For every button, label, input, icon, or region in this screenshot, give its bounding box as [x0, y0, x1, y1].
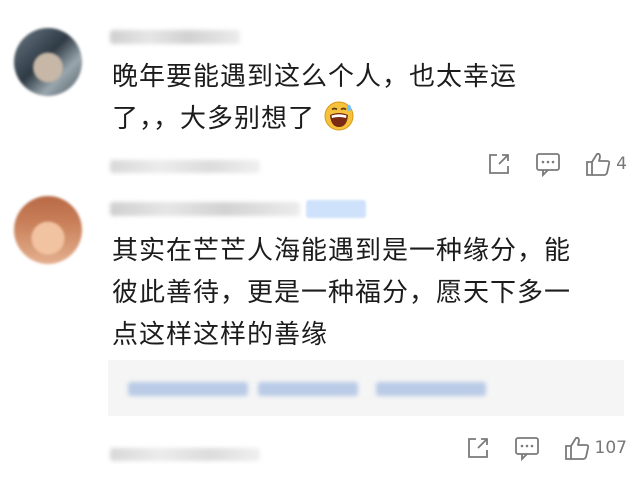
comment-1: 晚年要能遇到这么个人，也太幸运 了，，大多别想了 4	[0, 0, 641, 190]
comment-actions: 4	[486, 150, 627, 178]
avatar[interactable]	[14, 28, 82, 96]
comment-actions: 107	[465, 434, 627, 462]
username-blurred[interactable]	[110, 30, 240, 44]
reply-text-blurred	[128, 382, 248, 396]
comment-icon	[514, 437, 539, 461]
comment-text-line: 了，，大多别想了	[112, 98, 617, 140]
share-button[interactable]	[486, 151, 512, 177]
comment-icon	[536, 153, 561, 177]
reply-text-blurred	[258, 382, 358, 396]
reply-button[interactable]	[513, 435, 541, 461]
reply-button[interactable]	[534, 151, 562, 177]
grinning-sweat-emoji-icon	[324, 101, 354, 131]
share-icon	[489, 154, 510, 174]
comment-text: 其实在芒芒人海能遇到是一种缘分，能 彼此善待，更是一种福分，愿天下多一 点这样这…	[112, 230, 617, 356]
comment-text-line: 晚年要能遇到这么个人，也太幸运	[112, 62, 518, 92]
comment-2: 其实在芒芒人海能遇到是一种缘分，能 彼此善待，更是一种福分，愿天下多一 点这样这…	[0, 190, 641, 478]
like-button[interactable]: 107	[563, 434, 627, 462]
timestamp-blurred	[110, 448, 260, 461]
user-badge-blurred	[306, 200, 366, 218]
reply-text-blurred	[376, 382, 486, 396]
comment-text-line: 彼此善待，更是一种福分，愿天下多一	[112, 278, 572, 308]
like-count: 107	[594, 438, 627, 458]
share-icon	[467, 438, 488, 458]
thumbs-up-icon	[586, 152, 611, 176]
like-button[interactable]: 4	[584, 150, 627, 178]
timestamp-blurred	[110, 160, 260, 173]
comment-text-line: 点这样这样的善缘	[112, 320, 329, 350]
thumbs-up-icon	[564, 436, 589, 460]
comment-text: 晚年要能遇到这么个人，也太幸运 了，，大多别想了	[112, 56, 617, 140]
username-blurred[interactable]	[110, 202, 300, 216]
reply-preview[interactable]	[108, 360, 624, 416]
comment-text-line: 其实在芒芒人海能遇到是一种缘分，能	[112, 236, 572, 266]
avatar[interactable]	[14, 196, 82, 264]
like-count: 4	[616, 154, 627, 174]
share-button[interactable]	[465, 435, 491, 461]
